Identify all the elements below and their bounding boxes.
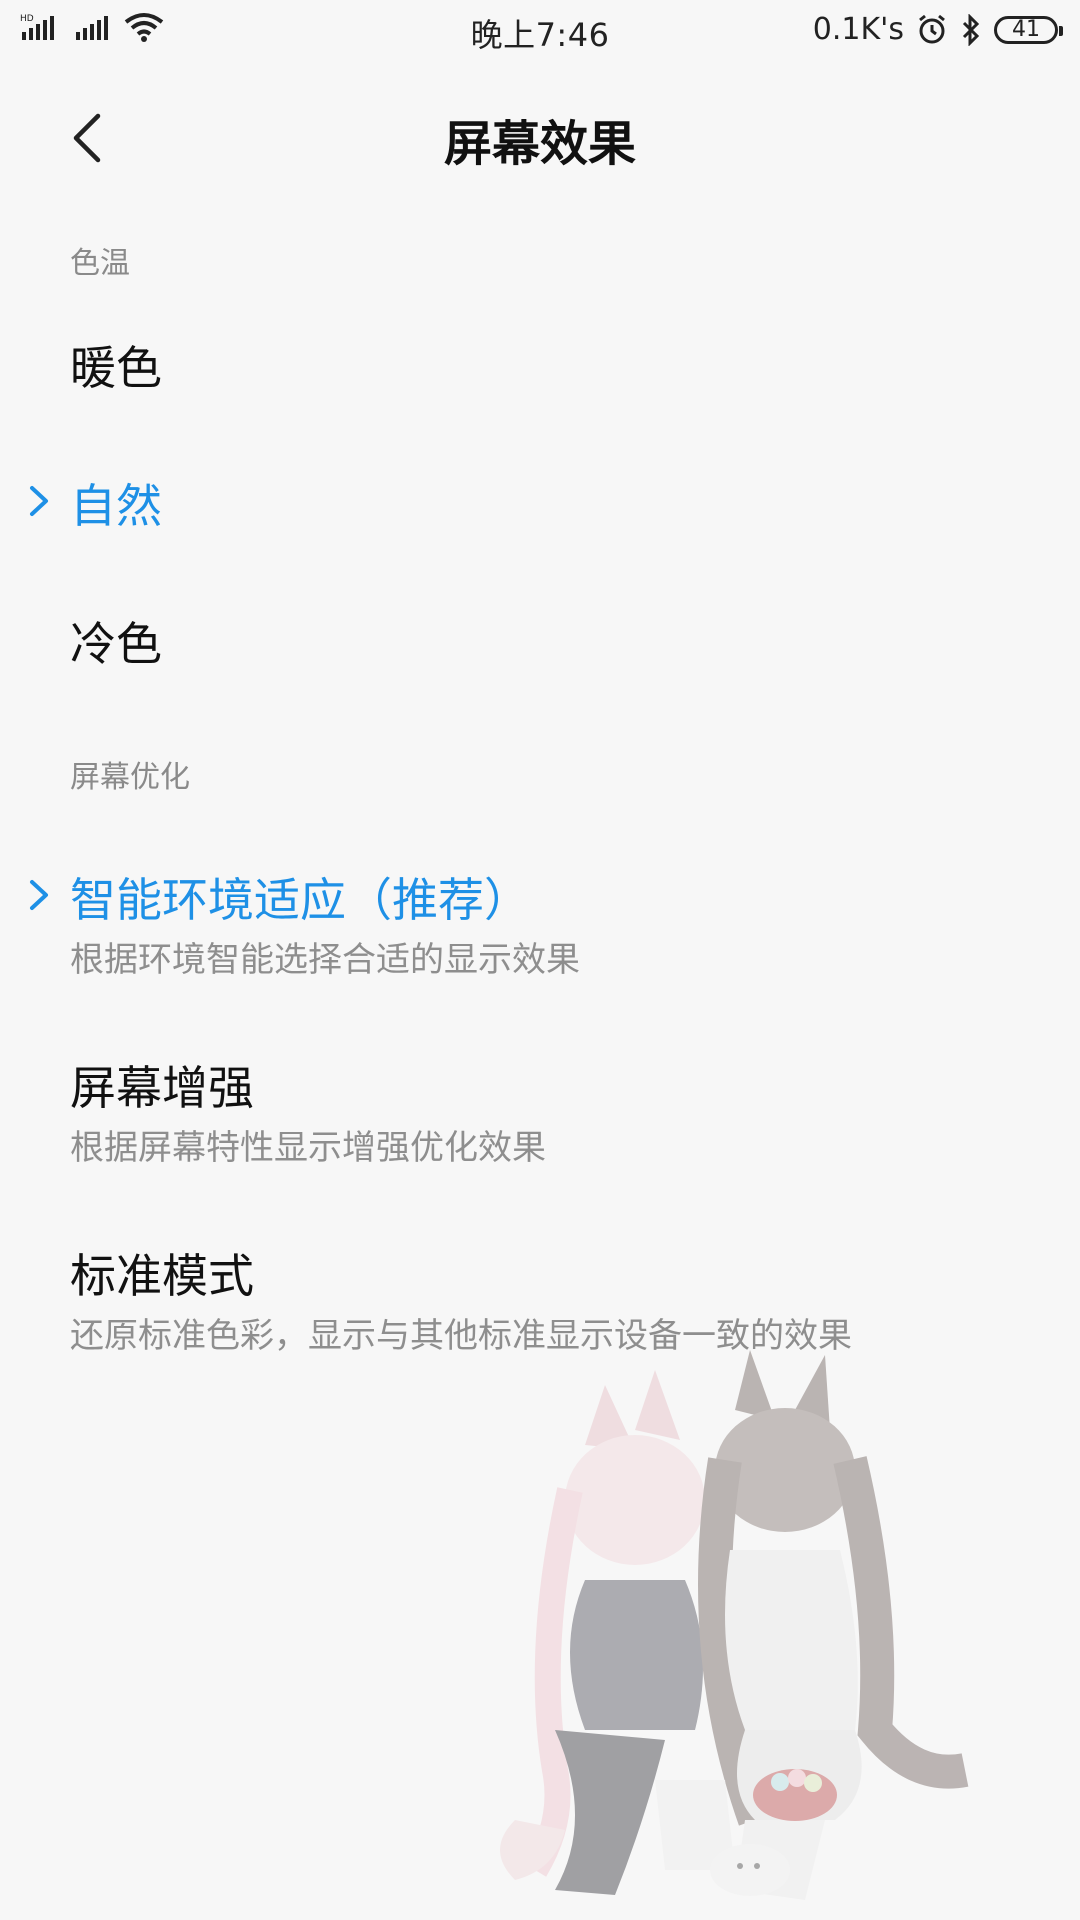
section-color-temperature: 色温	[70, 246, 130, 281]
option-screen-enhance[interactable]: 屏幕增强 根据屏幕特性显示增强优化效果	[0, 1028, 1080, 1198]
option-label: 冷色	[70, 617, 162, 671]
option-label: 自然	[70, 479, 162, 533]
option-cool[interactable]: 冷色	[0, 576, 1080, 696]
option-label: 智能环境适应（推荐）	[70, 873, 530, 927]
option-label: 标准模式	[70, 1249, 254, 1303]
status-bar: HD 晚上7:46 0.1K's 41	[0, 0, 1080, 64]
option-natural[interactable]: 自然	[0, 438, 1080, 558]
option-warm[interactable]: 暖色	[0, 300, 1080, 420]
option-smart-adapt[interactable]: 智能环境适应（推荐） 根据环境智能选择合适的显示效果	[0, 840, 1080, 1010]
network-speed: 0.1K's	[812, 12, 904, 47]
title-bar: 屏幕效果	[0, 64, 1080, 210]
selected-chevron-icon	[30, 486, 48, 516]
page-title: 屏幕效果	[443, 116, 636, 172]
option-description: 根据环境智能选择合适的显示效果	[70, 940, 580, 980]
background-illustration	[500, 1350, 969, 1900]
status-right: 0.1K's 41	[812, 12, 1063, 47]
section-screen-optimization: 屏幕优化	[70, 760, 190, 795]
battery-level: 41	[1012, 17, 1040, 42]
alarm-icon	[919, 14, 945, 43]
option-label: 屏幕增强	[70, 1061, 254, 1115]
battery-icon: 41	[994, 15, 1063, 44]
option-label: 暖色	[70, 341, 162, 395]
selected-chevron-icon	[30, 880, 48, 910]
option-description: 根据屏幕特性显示增强优化效果	[70, 1128, 546, 1168]
bluetooth-icon	[962, 13, 980, 46]
